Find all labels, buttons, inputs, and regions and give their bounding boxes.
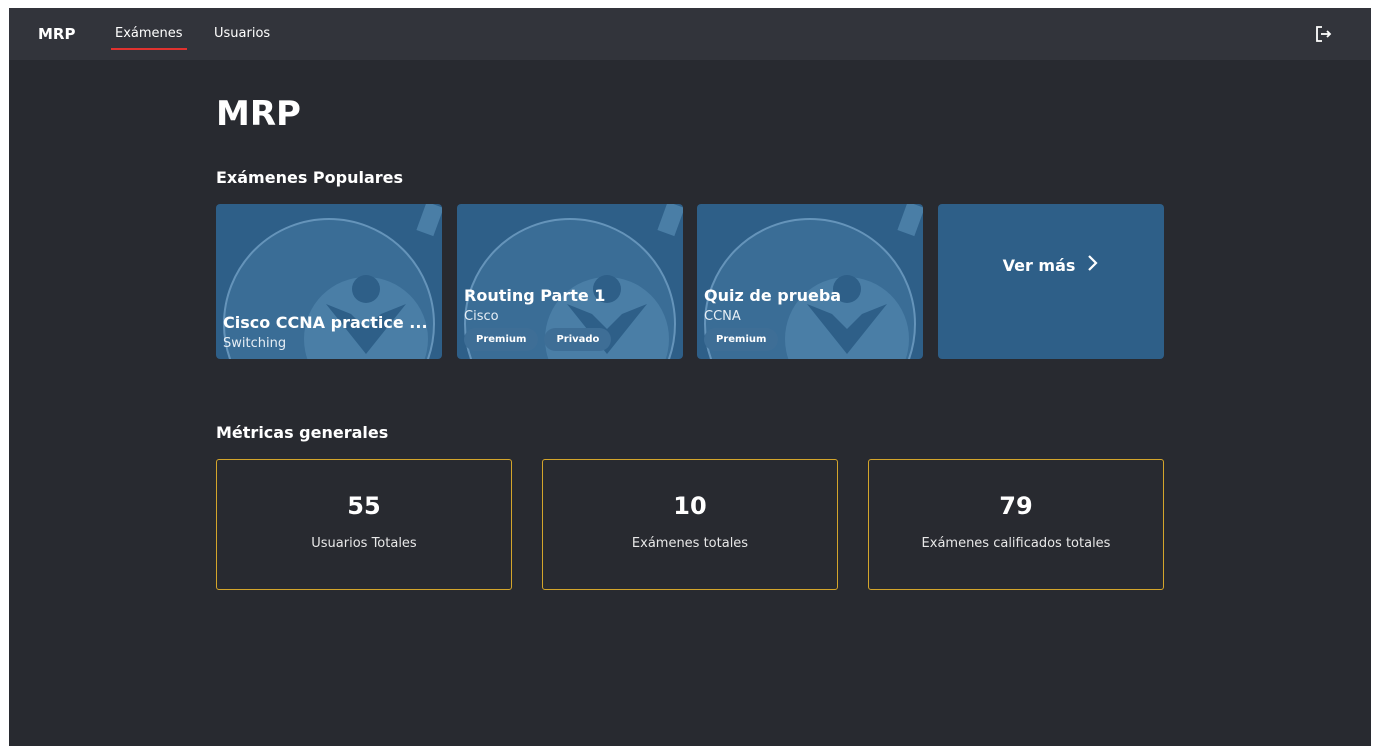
- exam-card[interactable]: Quiz de prueba CCNA Premium: [697, 204, 923, 359]
- see-more-button[interactable]: Ver más: [938, 204, 1164, 359]
- metric-label: Exámenes totales: [631, 536, 749, 551]
- brand-logo[interactable]: MRP: [38, 25, 75, 43]
- app-frame: MRP Exámenes Usuarios MRP Exámenes Popul…: [9, 8, 1371, 746]
- metric-value: 79: [999, 492, 1033, 520]
- see-more-label: Ver más: [1002, 256, 1076, 275]
- exam-card-subtitle: Cisco: [464, 309, 499, 324]
- chevron-right-icon: [1087, 254, 1099, 277]
- popular-exams-heading: Exámenes Populares: [216, 168, 404, 187]
- exam-card-title: Routing Parte 1: [464, 286, 606, 305]
- metric-card-exams: 10 Exámenes totales: [542, 459, 838, 590]
- metric-value: 10: [673, 492, 707, 520]
- private-badge: Privado: [544, 328, 612, 351]
- exam-card[interactable]: Routing Parte 1 Cisco Premium Privado: [457, 204, 683, 359]
- page-title: MRP: [216, 94, 301, 134]
- exam-card-title: Quiz de prueba: [704, 286, 842, 305]
- premium-badge: Premium: [704, 328, 779, 351]
- logout-icon[interactable]: [1314, 25, 1332, 43]
- metric-card-users: 55 Usuarios Totales: [216, 459, 512, 590]
- exam-card-title: Cisco CCNA practice ...: [223, 313, 428, 332]
- metrics-heading: Métricas generales: [216, 423, 389, 442]
- metric-value: 55: [347, 492, 381, 520]
- premium-badge: Premium: [464, 328, 539, 351]
- metric-label: Usuarios Totales: [311, 536, 417, 551]
- nav-item-examenes[interactable]: Exámenes: [111, 26, 187, 50]
- top-navbar: MRP Exámenes Usuarios: [9, 8, 1371, 60]
- exam-card[interactable]: Cisco CCNA practice ... Switching: [216, 204, 442, 359]
- metric-label: Exámenes calificados totales: [921, 536, 1111, 551]
- metric-card-graded-exams: 79 Exámenes calificados totales: [868, 459, 1164, 590]
- exam-card-subtitle: CCNA: [704, 309, 741, 324]
- nav-item-usuarios[interactable]: Usuarios: [214, 26, 270, 41]
- exam-card-subtitle: Switching: [223, 336, 287, 351]
